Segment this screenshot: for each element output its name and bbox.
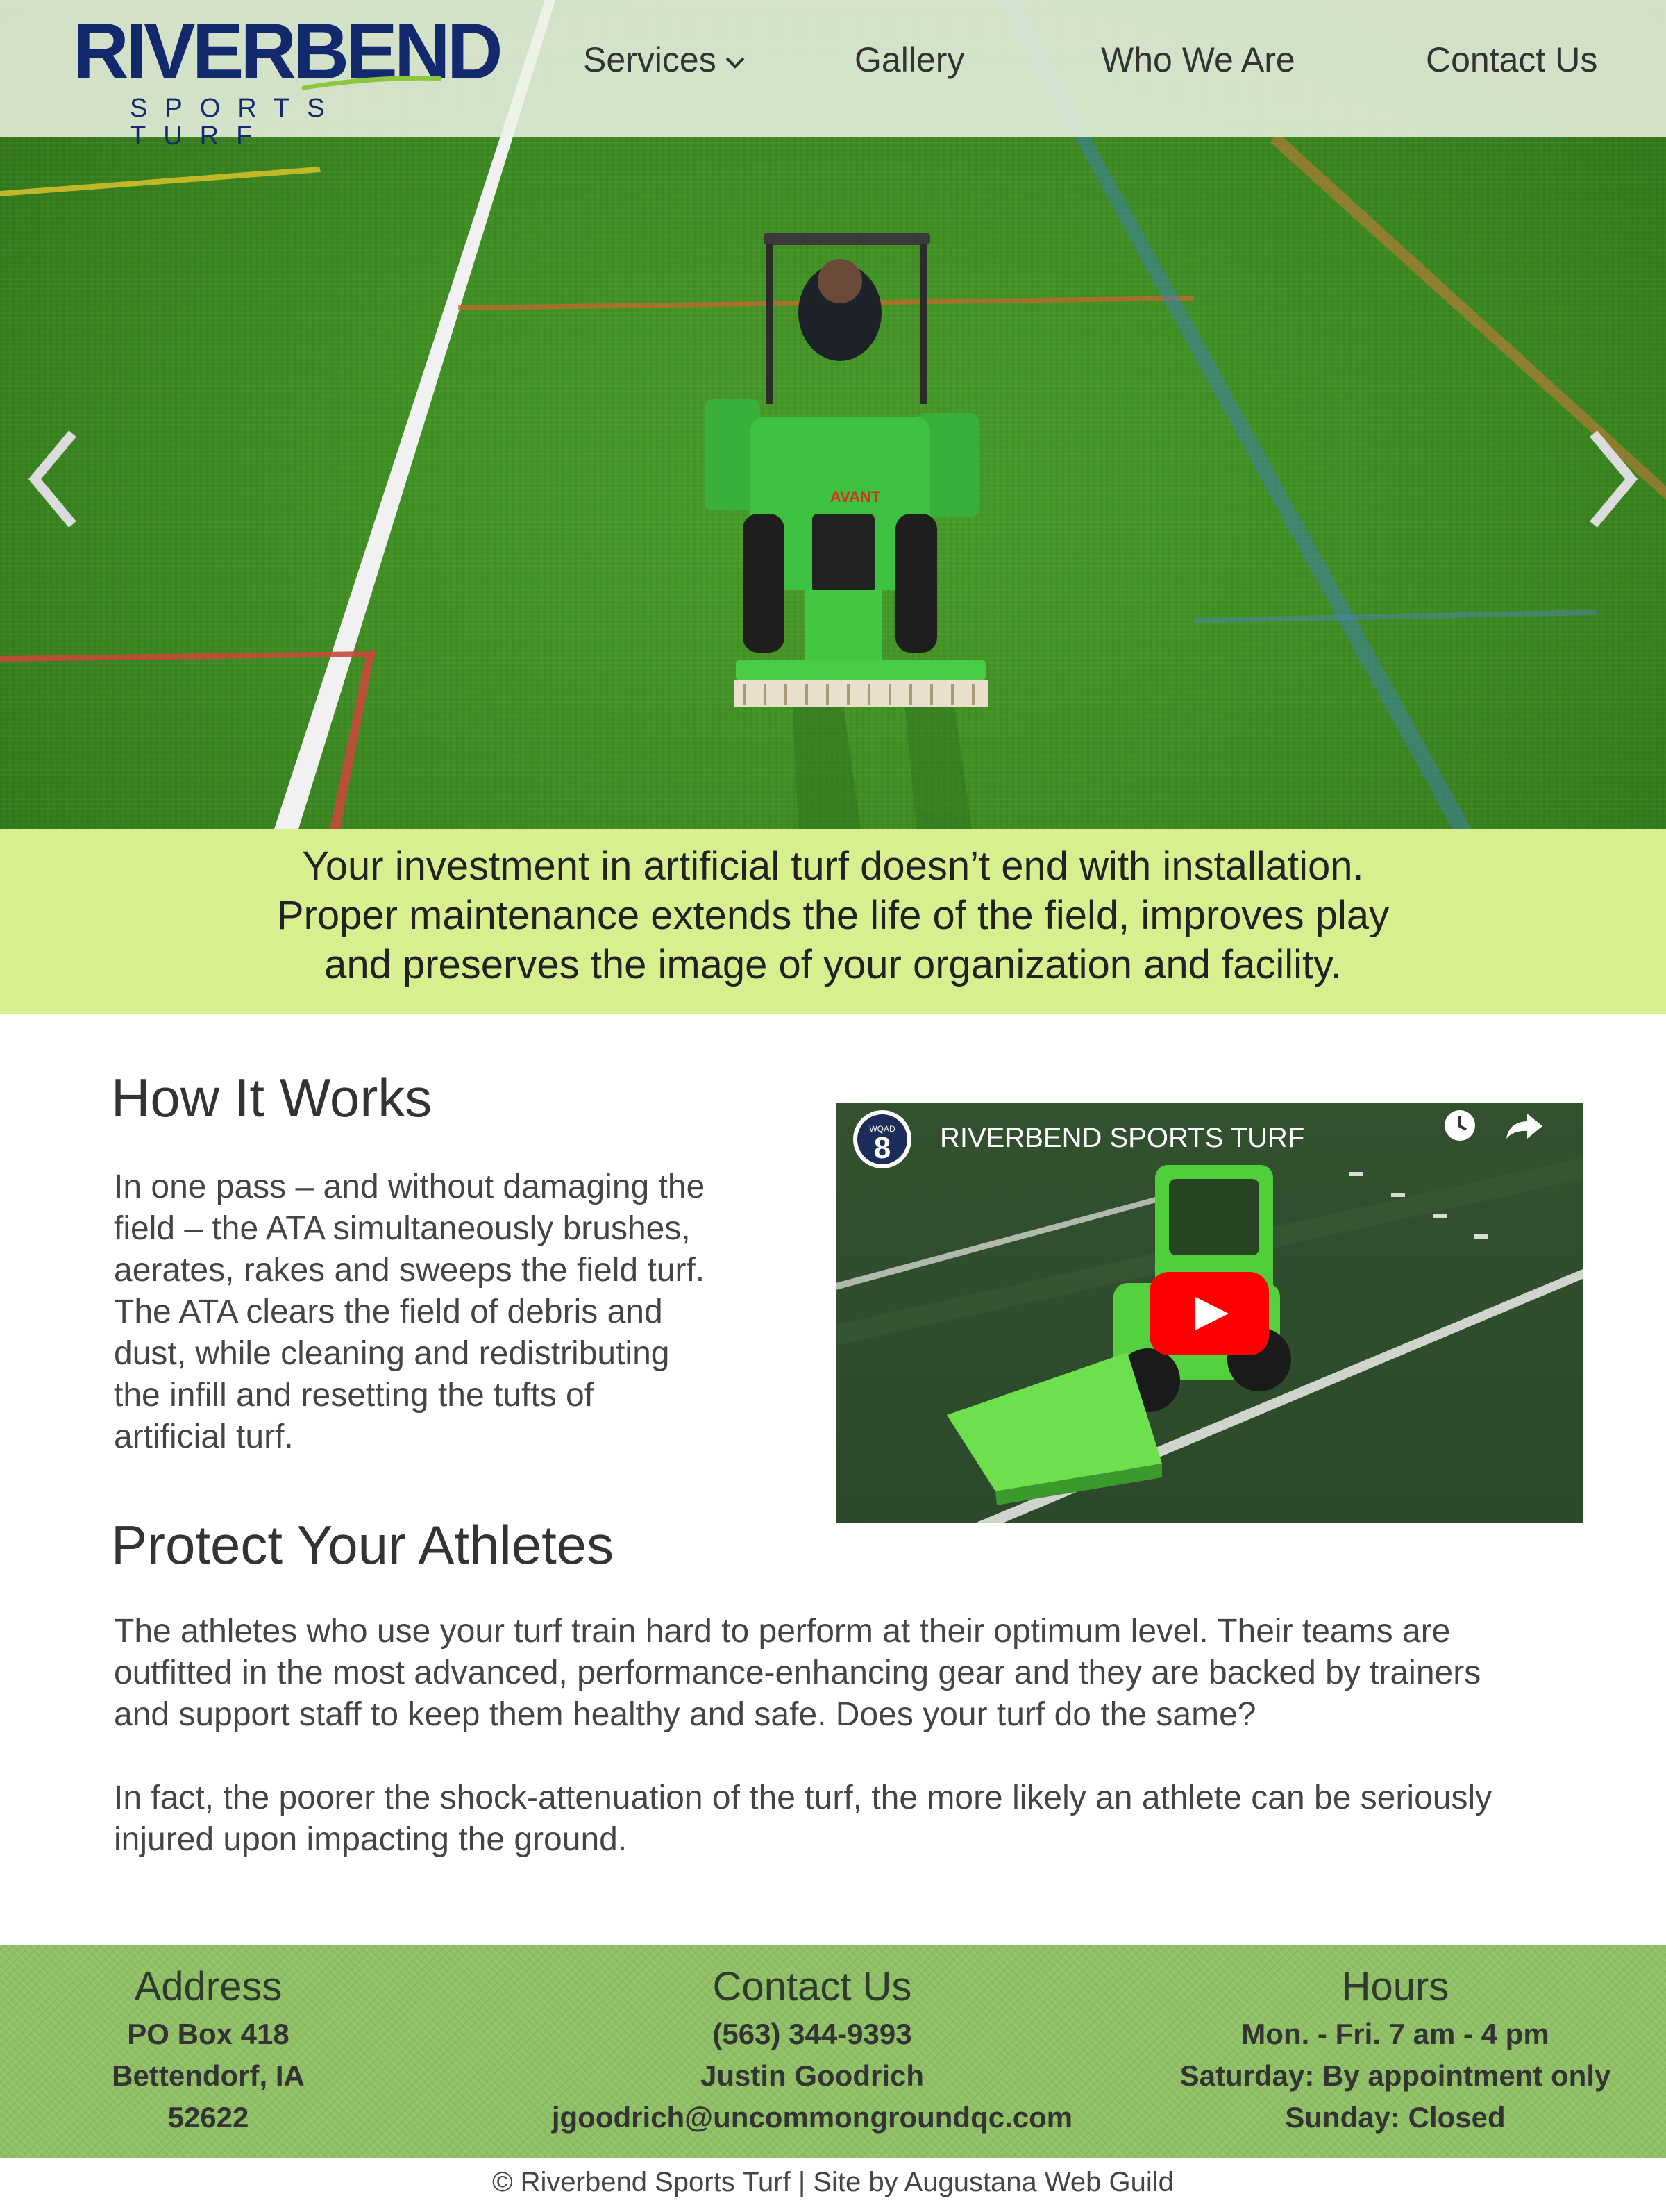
nav-who-we-are[interactable]: Who We Are — [1101, 39, 1295, 81]
how-line-7: artificial turf. — [114, 1418, 294, 1455]
how-line-5: dust, while cleaning and redistributing — [114, 1335, 670, 1372]
nav-who-we-are-label: Who We Are — [1101, 40, 1295, 79]
intro-banner: Your investment in artificial turf doesn… — [0, 829, 1666, 1014]
contact-email[interactable]: jgoodrich@uncommongroundqc.com — [535, 2097, 1090, 2138]
nav-gallery-label: Gallery — [855, 40, 965, 79]
video-embed[interactable]: WQAD 8 RIVERBEND SPORTS TURF — [836, 1103, 1583, 1523]
address-line-1: PO Box 418 — [127, 2018, 289, 2050]
protect-heading: Protect Your Athletes — [111, 1514, 614, 1575]
footer-hours: Hours Mon. - Fri. 7 am - 4 pm Saturday: … — [1152, 1965, 1638, 2138]
nav-contact-us-label: Contact Us — [1426, 40, 1598, 79]
site-logo[interactable]: RIVERBEND SPORTS TURF — [73, 11, 503, 150]
svg-text:AVANT: AVANT — [830, 488, 881, 505]
svg-text:8: 8 — [874, 1131, 891, 1165]
hours-saturday: Saturday: By appointment only — [1179, 2059, 1611, 2092]
footer-address-heading: Address — [134, 1964, 283, 2009]
footer-address: Address PO Box 418 Bettendorf, IA 52622 — [69, 1965, 347, 2138]
hours-weekdays: Mon. - Fri. 7 am - 4 pm — [1241, 2018, 1549, 2050]
video-title[interactable]: RIVERBEND SPORTS TURF — [940, 1121, 1304, 1155]
logo-tagline: SPORTS TURF — [130, 94, 342, 151]
footer-hours-heading: Hours — [1341, 1964, 1449, 2009]
contact-name: Justin Goodrich — [700, 2059, 924, 2092]
share-icon[interactable] — [1504, 1108, 1545, 1143]
nav-gallery[interactable]: Gallery — [855, 39, 964, 81]
nav-services[interactable]: Services — [583, 39, 746, 81]
protect-p1-line-1: The athletes who use your turf train har… — [114, 1613, 1451, 1650]
protect-paragraph-1: The athletes who use your turf train har… — [114, 1611, 1481, 1736]
chevron-down-icon — [725, 57, 745, 69]
how-line-6: the infill and resetting the tufts of — [114, 1377, 594, 1414]
how-it-works-text: In one pass – and without damaging the f… — [114, 1166, 705, 1458]
protect-paragraph-2: In fact, the poorer the shock-attenuatio… — [114, 1777, 1492, 1861]
how-line-4: The ATA clears the field of debris and — [114, 1293, 663, 1330]
protect-p2-line-2: injured upon impacting the ground. — [114, 1821, 628, 1858]
protect-p2-line-1: In fact, the poorer the shock-attenuatio… — [114, 1779, 1492, 1816]
contact-phone[interactable]: (563) 344-9393 — [535, 2013, 1090, 2055]
how-line-1: In one pass – and without damaging the — [114, 1168, 705, 1205]
nav-contact-us[interactable]: Contact Us — [1426, 39, 1597, 81]
protect-p1-line-2: outfitted in the most advanced, performa… — [114, 1654, 1481, 1691]
how-line-2: field – the ATA simultaneously brushes, — [114, 1210, 691, 1247]
nav-services-label: Services — [583, 40, 716, 79]
intro-line-1: Your investment in artificial turf doesn… — [302, 844, 1364, 889]
site-footer: Address PO Box 418 Bettendorf, IA 52622 … — [0, 1945, 1666, 2158]
address-line-3: 52622 — [167, 2101, 249, 2134]
chevron-left-icon[interactable] — [25, 430, 81, 528]
play-icon[interactable] — [1150, 1272, 1269, 1355]
intro-text: Your investment in artificial turf doesn… — [0, 829, 1666, 989]
clock-icon[interactable] — [1442, 1108, 1477, 1143]
how-it-works-heading: How It Works — [111, 1067, 432, 1128]
footer-contact-heading: Contact Us — [712, 1964, 912, 2009]
how-line-3: aerates, rakes and sweeps the field turf… — [114, 1252, 705, 1289]
copyright-text: © Riverbend Sports Turf | Site by August… — [492, 2167, 1174, 2197]
channel-logo[interactable]: WQAD 8 — [851, 1108, 914, 1171]
protect-p1-line-3: and support staff to keep them healthy a… — [114, 1696, 1256, 1733]
address-line-2: Bettendorf, IA — [112, 2059, 305, 2092]
hours-sunday: Sunday: Closed — [1285, 2101, 1506, 2134]
intro-line-3: and preserves the image of your organiza… — [324, 942, 1342, 987]
site-header: RIVERBEND SPORTS TURF Services Gallery W… — [0, 0, 1666, 150]
footer-contact: Contact Us (563) 344-9393 Justin Goodric… — [535, 1965, 1090, 2138]
chevron-right-icon[interactable] — [1585, 430, 1641, 528]
intro-line-2: Proper maintenance extends the life of t… — [276, 893, 1390, 938]
logo-swoosh — [302, 76, 441, 90]
